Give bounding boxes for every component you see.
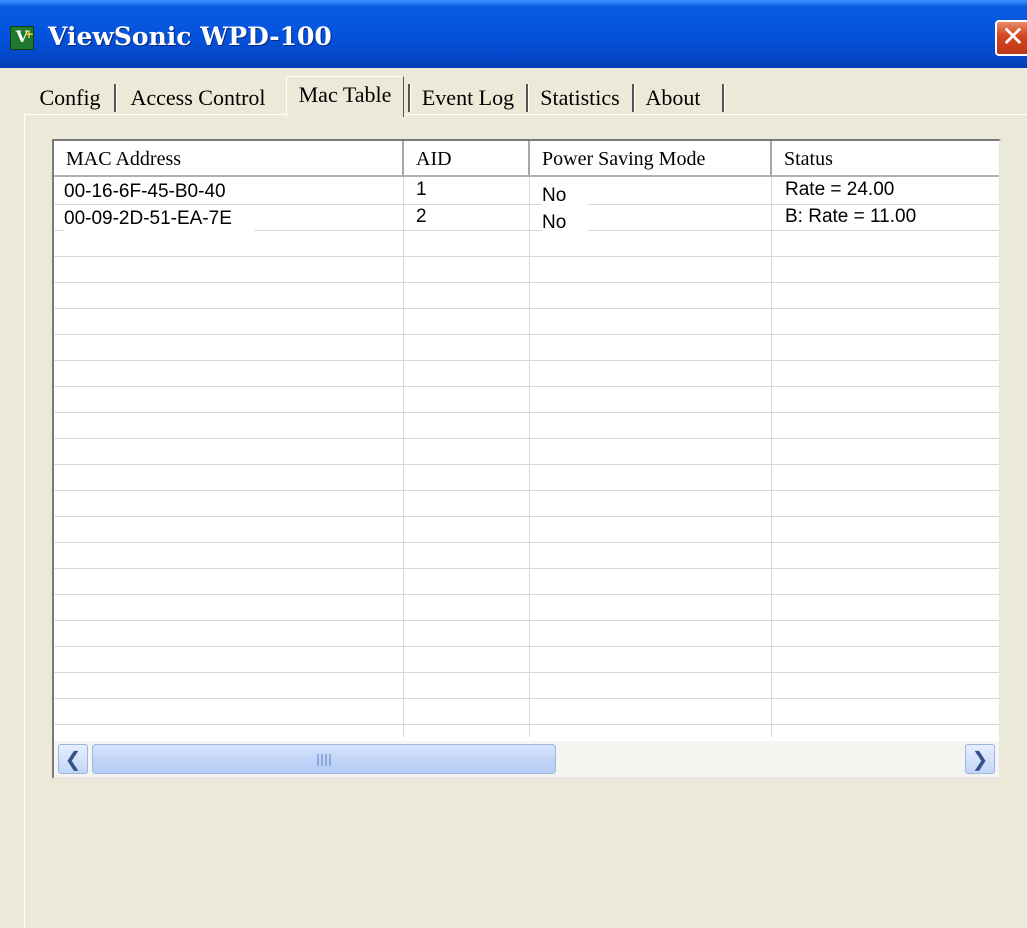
tab-strip: Config Access Control Mac Table Event Lo… xyxy=(24,76,739,117)
scroll-left-button[interactable]: ❮ xyxy=(58,744,88,774)
row-divider xyxy=(54,620,999,621)
row-divider xyxy=(54,334,999,335)
row-divider xyxy=(54,412,999,413)
row-divider xyxy=(54,698,999,699)
column-header-status[interactable]: Status xyxy=(772,141,999,175)
tab-separator xyxy=(408,84,411,112)
scrollbar-grip-icon xyxy=(317,754,331,766)
scroll-right-button[interactable]: ❯ xyxy=(965,744,995,774)
row-divider xyxy=(54,282,999,283)
cell-aid: 1 xyxy=(416,178,449,202)
cell-mac-address: 00-16-6F-45-B0-40 xyxy=(64,180,248,204)
row-divider xyxy=(54,594,999,595)
title-bar[interactable]: V + ViewSonic WPD-100 ✕ xyxy=(0,0,1027,68)
window-title: ViewSonic WPD-100 xyxy=(48,22,332,51)
tab-separator xyxy=(722,84,725,112)
row-divider xyxy=(54,724,999,725)
tab-statistics[interactable]: Statistics xyxy=(532,82,628,114)
mac-table-list[interactable]: MAC Address AID Power Saving Mode Status xyxy=(52,139,1001,779)
scrollbar-thumb[interactable] xyxy=(92,744,556,774)
row-divider xyxy=(54,490,999,491)
tab-about[interactable]: About xyxy=(640,82,706,114)
row-divider xyxy=(54,360,999,361)
column-divider xyxy=(529,177,530,737)
row-divider xyxy=(54,308,999,309)
cell-power-saving-mode: No xyxy=(542,184,589,208)
column-divider xyxy=(771,177,772,737)
cell-mac-address: 00-09-2D-51-EA-7E xyxy=(64,207,254,231)
cell-status: B: Rate = 11.00 xyxy=(785,205,939,229)
tab-mac-table[interactable]: Mac Table xyxy=(286,76,404,117)
column-header-aid[interactable]: AID xyxy=(404,141,530,175)
cell-status: Rate = 24.00 xyxy=(785,178,917,202)
viewsonic-app-icon: V + xyxy=(10,26,34,50)
tab-config[interactable]: Config xyxy=(32,82,108,114)
tab-separator xyxy=(114,84,117,112)
table-header: MAC Address AID Power Saving Mode Status xyxy=(54,141,999,177)
cell-aid: 2 xyxy=(416,205,449,229)
column-divider xyxy=(403,177,404,737)
close-button[interactable]: ✕ xyxy=(995,20,1027,56)
row-divider xyxy=(54,568,999,569)
column-header-power-saving-mode[interactable]: Power Saving Mode xyxy=(530,141,772,175)
row-divider xyxy=(54,672,999,673)
column-header-mac-address[interactable]: MAC Address xyxy=(54,141,404,175)
row-divider xyxy=(54,438,999,439)
row-divider xyxy=(54,516,999,517)
row-divider xyxy=(54,542,999,543)
horizontal-scrollbar[interactable]: ❮ ❯ xyxy=(54,741,999,777)
tab-separator xyxy=(526,84,529,112)
row-divider xyxy=(54,386,999,387)
row-divider xyxy=(54,646,999,647)
row-divider xyxy=(54,256,999,257)
tab-event-log[interactable]: Event Log xyxy=(414,82,522,114)
row-divider xyxy=(54,464,999,465)
tab-separator xyxy=(632,84,635,112)
cell-power-saving-mode: No xyxy=(542,211,589,235)
tab-access-control[interactable]: Access Control xyxy=(122,82,274,114)
app-window: V + ViewSonic WPD-100 ✕ Config Access Con… xyxy=(0,0,1027,928)
